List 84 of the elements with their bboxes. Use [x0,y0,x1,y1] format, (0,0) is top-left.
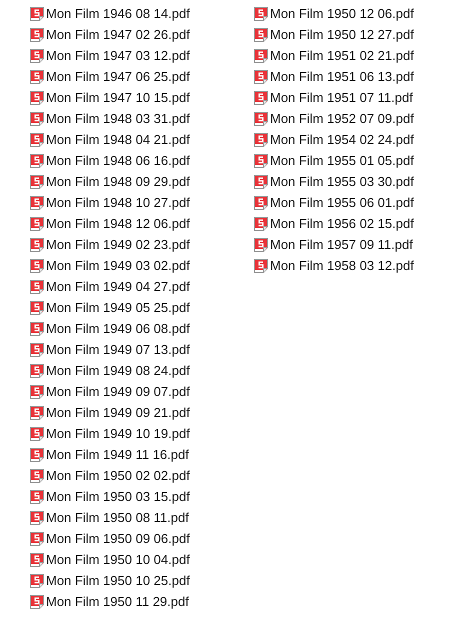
file-name[interactable]: Mon Film 1949 02 23.pdf [46,238,190,251]
file-name[interactable]: Mon Film 1958 03 12.pdf [270,259,414,272]
file-name[interactable]: Mon Film 1949 10 19.pdf [46,427,190,440]
file-name[interactable]: Mon Film 1952 07 09.pdf [270,112,414,125]
file-name[interactable]: Mon Film 1948 12 06.pdf [46,217,190,230]
pdf-file-icon [29,174,45,190]
file-name[interactable]: Mon Film 1951 06 13.pdf [270,70,414,83]
pdf-file-icon [29,152,45,168]
pdf-file-icon [29,510,45,526]
pdf-file-icon [29,258,45,274]
file-name[interactable]: Mon Film 1950 03 15.pdf [46,490,190,503]
pdf-file-icon [29,362,45,378]
file-name[interactable]: Mon Film 1954 02 24.pdf [270,133,414,146]
file-name[interactable]: Mon Film 1949 04 27.pdf [46,280,190,293]
file-name[interactable]: Mon Film 1950 10 04.pdf [46,553,190,566]
file-name[interactable]: Mon Film 1955 06 01.pdf [270,196,414,209]
file-name[interactable]: Mon Film 1949 03 02.pdf [46,259,190,272]
file-name[interactable]: Mon Film 1955 03 30.pdf [270,175,414,188]
file-name[interactable]: Mon Film 1950 12 06.pdf [270,7,414,20]
file-name[interactable]: Mon Film 1957 09 11.pdf [270,238,413,251]
pdf-file-icon [29,404,45,420]
file-name[interactable]: Mon Film 1951 02 21.pdf [270,49,414,62]
pdf-file-icon [29,320,45,336]
file-name[interactable]: Mon Film 1950 09 06.pdf [46,532,190,545]
pdf-file-icon [253,48,269,64]
pdf-file-icon [253,26,269,42]
file-name[interactable]: Mon Film 1955 01 05.pdf [270,154,414,167]
pdf-file-icon [29,300,45,316]
pdf-file-icon [29,6,45,22]
pdf-file-icon [29,194,45,210]
pdf-file-icon [29,90,45,106]
file-name[interactable]: Mon Film 1947 02 26.pdf [46,28,190,41]
pdf-file-icon [29,552,45,568]
pdf-file-icon [253,174,269,190]
pdf-file-icon [253,6,269,22]
file-name[interactable]: Mon Film 1950 02 02.pdf [46,469,190,482]
pdf-file-icon [253,236,269,252]
file-name[interactable]: Mon Film 1948 03 31.pdf [46,112,190,125]
pdf-file-icon [253,132,269,148]
file-name[interactable]: Mon Film 1949 09 07.pdf [46,385,190,398]
pdf-file-icon [29,342,45,358]
pdf-file-icon [29,488,45,504]
file-name[interactable]: Mon Film 1951 07 11.pdf [270,91,413,104]
file-name[interactable]: Mon Film 1949 05 25.pdf [46,301,190,314]
pdf-file-icon [29,68,45,84]
pdf-file-icon [253,68,269,84]
file-name[interactable]: Mon Film 1947 03 12.pdf [46,49,190,62]
pdf-file-icon [253,90,269,106]
file-name[interactable]: Mon Film 1950 10 25.pdf [46,574,190,587]
pdf-file-icon [253,258,269,274]
pdf-file-icon [253,152,269,168]
pdf-file-icon [29,384,45,400]
pdf-file-icon [253,216,269,232]
file-name[interactable]: Mon Film 1948 10 27.pdf [46,196,190,209]
file-name[interactable]: Mon Film 1948 04 21.pdf [46,133,190,146]
file-name[interactable]: Mon Film 1950 12 27.pdf [270,28,414,41]
file-name[interactable]: Mon Film 1950 08 11.pdf [46,511,189,524]
file-name[interactable]: Mon Film 1949 09 21.pdf [46,406,190,419]
file-name[interactable]: Mon Film 1949 08 24.pdf [46,364,190,377]
pdf-file-icon [29,572,45,588]
file-name[interactable]: Mon Film 1949 06 08.pdf [46,322,190,335]
file-name[interactable]: Mon Film 1948 06 16.pdf [46,154,190,167]
pdf-file-icon [253,194,269,210]
pdf-file-icon [253,110,269,126]
pdf-file-icon [29,278,45,294]
pdf-file-icon [29,468,45,484]
pdf-file-icon [29,594,45,610]
pdf-file-icon [29,236,45,252]
pdf-file-icon [29,110,45,126]
file-name[interactable]: Mon Film 1949 11 16.pdf [46,448,189,461]
file-name[interactable]: Mon Film 1947 10 15.pdf [46,91,190,104]
pdf-file-icon [29,216,45,232]
file-name[interactable]: Mon Film 1956 02 15.pdf [270,217,414,230]
pdf-file-icon [29,426,45,442]
pdf-file-icon [29,132,45,148]
file-name[interactable]: Mon Film 1946 08 14.pdf [46,7,190,20]
file-name[interactable]: Mon Film 1948 09 29.pdf [46,175,190,188]
file-name[interactable]: Mon Film 1947 06 25.pdf [46,70,190,83]
pdf-file-icon [29,26,45,42]
pdf-file-icon [29,446,45,462]
file-name[interactable]: Mon Film 1949 07 13.pdf [46,343,190,356]
pdf-file-icon [29,48,45,64]
file-name[interactable]: Mon Film 1950 11 29.pdf [46,595,189,608]
pdf-file-icon [29,530,45,546]
